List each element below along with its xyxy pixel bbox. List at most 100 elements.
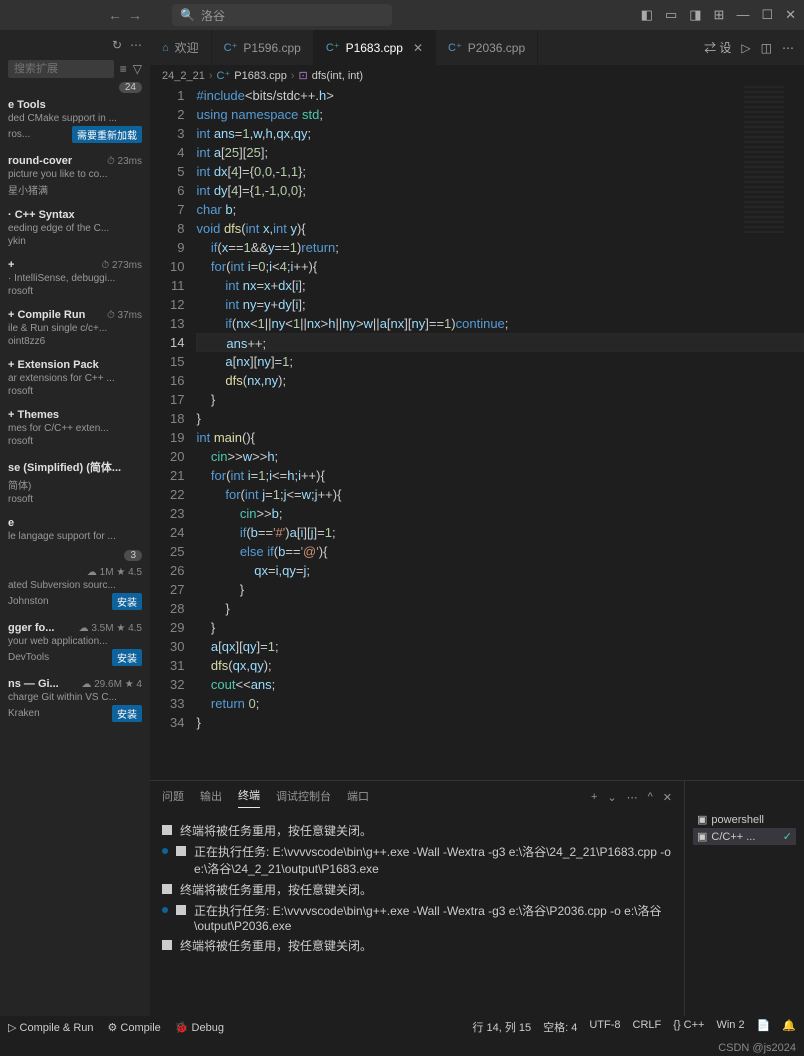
cpp-icon: C⁺: [217, 69, 231, 82]
terminal-panel: 问题输出终端调试控制台端口 + ⌄ ⋯ ^ ✕ 终端将被任务重用，按任意键关闭。…: [150, 780, 804, 1020]
extension-item[interactable]: + Compile Run⏱ 37ms ile & Run single c/c…: [0, 303, 150, 353]
statusbar-item[interactable]: ⚙ Compile: [108, 1021, 161, 1034]
more-icon[interactable]: ⋯: [130, 38, 142, 52]
terminal-tab[interactable]: 端口: [347, 788, 369, 808]
breadcrumb-folder: 24_2_21: [162, 70, 205, 82]
terminal-tab[interactable]: 终端: [238, 787, 260, 808]
statusbar-item[interactable]: {} C++: [673, 1019, 704, 1035]
terminal-tabs: 问题输出终端调试控制台端口 + ⌄ ⋯ ^ ✕: [150, 781, 684, 814]
code-content[interactable]: #include<bits/stdc++.h>using namespace s…: [196, 86, 804, 780]
editor-tab[interactable]: C⁺P1683.cpp✕: [314, 30, 436, 65]
maximize-panel-icon[interactable]: ^: [648, 791, 653, 804]
terminal-tab[interactable]: 调试控制台: [276, 788, 331, 808]
extensions-search-row: ≡ ▽: [0, 56, 150, 82]
extension-item[interactable]: ns — Gi...☁ 29.6M ★ 4 charge Git within …: [0, 672, 150, 728]
close-tab-icon[interactable]: ✕: [413, 41, 423, 55]
statusbar-item[interactable]: 🐞 Debug: [175, 1021, 224, 1034]
extension-item[interactable]: e Tools ded CMake support in ... ros...需…: [0, 93, 150, 149]
extension-item[interactable]: round-cover⏱ 23ms picture you like to co…: [0, 149, 150, 203]
terminal-tab[interactable]: 输出: [200, 788, 222, 808]
chevron-down-icon[interactable]: ⌄: [607, 791, 616, 804]
breadcrumb[interactable]: 24_2_21 › C⁺ P1683.cpp › ⊡ dfs(int, int): [150, 65, 804, 86]
line-gutter: 1234567891011121314151617181920212223242…: [150, 86, 196, 780]
file-icon: C⁺: [326, 41, 340, 54]
statusbar-item[interactable]: 📄: [757, 1019, 771, 1035]
titlebar-right: ◧ ▭ ◨ ⊞ — ☐ ✕: [641, 7, 796, 23]
statusbar-right: 行 14, 列 15 空格: 4 UTF-8 CRLF {} C++ Win 2 📄 🔔: [472, 1019, 796, 1035]
editor-tabs: ⌂欢迎C⁺P1596.cppC⁺P1683.cpp✕C⁺P2036.cpp ⇄ …: [150, 30, 804, 65]
editor-tab[interactable]: C⁺P2036.cpp: [436, 30, 538, 65]
editor-tab[interactable]: C⁺P1596.cpp: [212, 30, 314, 65]
filter-icon[interactable]: ≡: [120, 62, 127, 76]
extensions-list: e Tools ded CMake support in ... ros...需…: [0, 93, 150, 728]
terminal-session[interactable]: ▣powershell: [693, 811, 796, 828]
status-bar: ▷ Compile & Run ⚙ Compile 🐞 Debug 行 14, 列 …: [0, 1016, 804, 1038]
close-icon[interactable]: ✕: [785, 7, 796, 23]
statusbar-item[interactable]: ▷ Compile & Run: [8, 1021, 94, 1034]
badge: 3: [124, 550, 142, 561]
nav-arrows: ← →: [108, 7, 142, 23]
terminal-sessions: ▣powershell▣C/C++ ...✓: [684, 781, 804, 1020]
split-icon[interactable]: ◫: [761, 41, 772, 55]
maximize-icon[interactable]: ☐: [761, 7, 773, 23]
terminal-tab[interactable]: 问题: [162, 788, 184, 808]
minimize-icon[interactable]: —: [736, 7, 749, 23]
statusbar-left: ▷ Compile & Run ⚙ Compile 🐞 Debug: [8, 1021, 224, 1034]
filter-funnel-icon[interactable]: ▽: [133, 62, 142, 76]
main-area: ↻ ⋯ ≡ ▽ 24 e Tools ded CMake support in …: [0, 30, 804, 1020]
minimap[interactable]: [744, 86, 804, 236]
forward-arrow-icon[interactable]: →: [128, 7, 142, 23]
title-bar: ← → 🔍 洛谷 ◧ ▭ ◨ ⊞ — ☐ ✕: [0, 0, 804, 30]
customize-icon[interactable]: ⊞: [714, 7, 725, 23]
sidebar-icon[interactable]: ◨: [689, 7, 701, 23]
watermark: CSDN @js2024: [718, 1042, 796, 1054]
run-icon[interactable]: ▷: [741, 41, 750, 55]
extension-item[interactable]: e le langage support for ...: [0, 511, 150, 550]
editor-tab[interactable]: ⌂欢迎: [150, 30, 212, 65]
editor-actions-text[interactable]: ⇄ 设: [704, 39, 731, 56]
refresh-icon[interactable]: ↻: [112, 38, 122, 52]
extension-item[interactable]: ☁ 1M ★ 4.5 ated Subversion sourc... John…: [0, 561, 150, 616]
search-icon: 🔍: [180, 8, 195, 22]
sidebar-header: ↻ ⋯: [0, 34, 150, 56]
extension-item[interactable]: · C++ Syntax eeding edge of the C... yki…: [0, 203, 150, 253]
extensions-sidebar: ↻ ⋯ ≡ ▽ 24 e Tools ded CMake support in …: [0, 30, 150, 1020]
panel-icon[interactable]: ▭: [665, 7, 677, 23]
extension-item[interactable]: se (Simplified) (简体... 简体) rosoft: [0, 453, 150, 511]
breadcrumb-symbol: dfs(int, int): [312, 70, 363, 82]
chevron-right-icon: ›: [291, 70, 295, 82]
new-terminal-icon[interactable]: +: [591, 791, 597, 804]
statusbar-item[interactable]: 🔔: [782, 1019, 796, 1035]
extension-item[interactable]: + Extension Pack ar extensions for C++ .…: [0, 353, 150, 403]
terminal-body[interactable]: 终端将被任务重用，按任意键关闭。正在执行任务: E:\vvvvscode\bin…: [150, 814, 684, 1020]
back-arrow-icon[interactable]: ←: [108, 7, 122, 23]
more-icon[interactable]: ⋯: [782, 41, 794, 55]
code-editor[interactable]: 1234567891011121314151617181920212223242…: [150, 86, 804, 780]
tab-actions: ⇄ 设 ▷ ◫ ⋯: [704, 30, 804, 65]
terminal-left: 问题输出终端调试控制台端口 + ⌄ ⋯ ^ ✕ 终端将被任务重用，按任意键关闭。…: [150, 781, 684, 1020]
statusbar-item[interactable]: 空格: 4: [543, 1019, 577, 1035]
editor-area: ⌂欢迎C⁺P1596.cppC⁺P1683.cpp✕C⁺P2036.cpp ⇄ …: [150, 30, 804, 1020]
statusbar-item[interactable]: CRLF: [633, 1019, 662, 1035]
extension-item[interactable]: + Themes mes for C/C++ exten... rosoft: [0, 403, 150, 453]
statusbar-item[interactable]: Win 2: [716, 1019, 744, 1035]
layout-icon[interactable]: ◧: [641, 7, 653, 23]
more-icon[interactable]: ⋯: [627, 791, 638, 804]
file-icon: C⁺: [224, 41, 238, 54]
statusbar-item[interactable]: 行 14, 列 15: [472, 1019, 531, 1035]
extension-item[interactable]: +⏱ 273ms · IntelliSense, debuggi... roso…: [0, 253, 150, 303]
file-icon: C⁺: [448, 41, 462, 54]
chevron-right-icon: ›: [209, 70, 213, 82]
file-icon: ⌂: [162, 42, 169, 54]
extension-item[interactable]: gger fo...☁ 3.5M ★ 4.5 your web applicat…: [0, 616, 150, 672]
command-center-search[interactable]: 🔍 洛谷: [172, 4, 392, 26]
terminal-actions: + ⌄ ⋯ ^ ✕: [591, 791, 672, 804]
extensions-search-input[interactable]: [8, 60, 114, 78]
close-panel-icon[interactable]: ✕: [663, 791, 672, 804]
search-text: 洛谷: [201, 7, 225, 24]
breadcrumb-file: P1683.cpp: [234, 70, 287, 82]
ext-count-badge: 24: [119, 82, 142, 93]
terminal-session[interactable]: ▣C/C++ ...✓: [693, 828, 796, 845]
statusbar-item[interactable]: UTF-8: [589, 1019, 620, 1035]
method-icon: ⊡: [299, 69, 308, 82]
